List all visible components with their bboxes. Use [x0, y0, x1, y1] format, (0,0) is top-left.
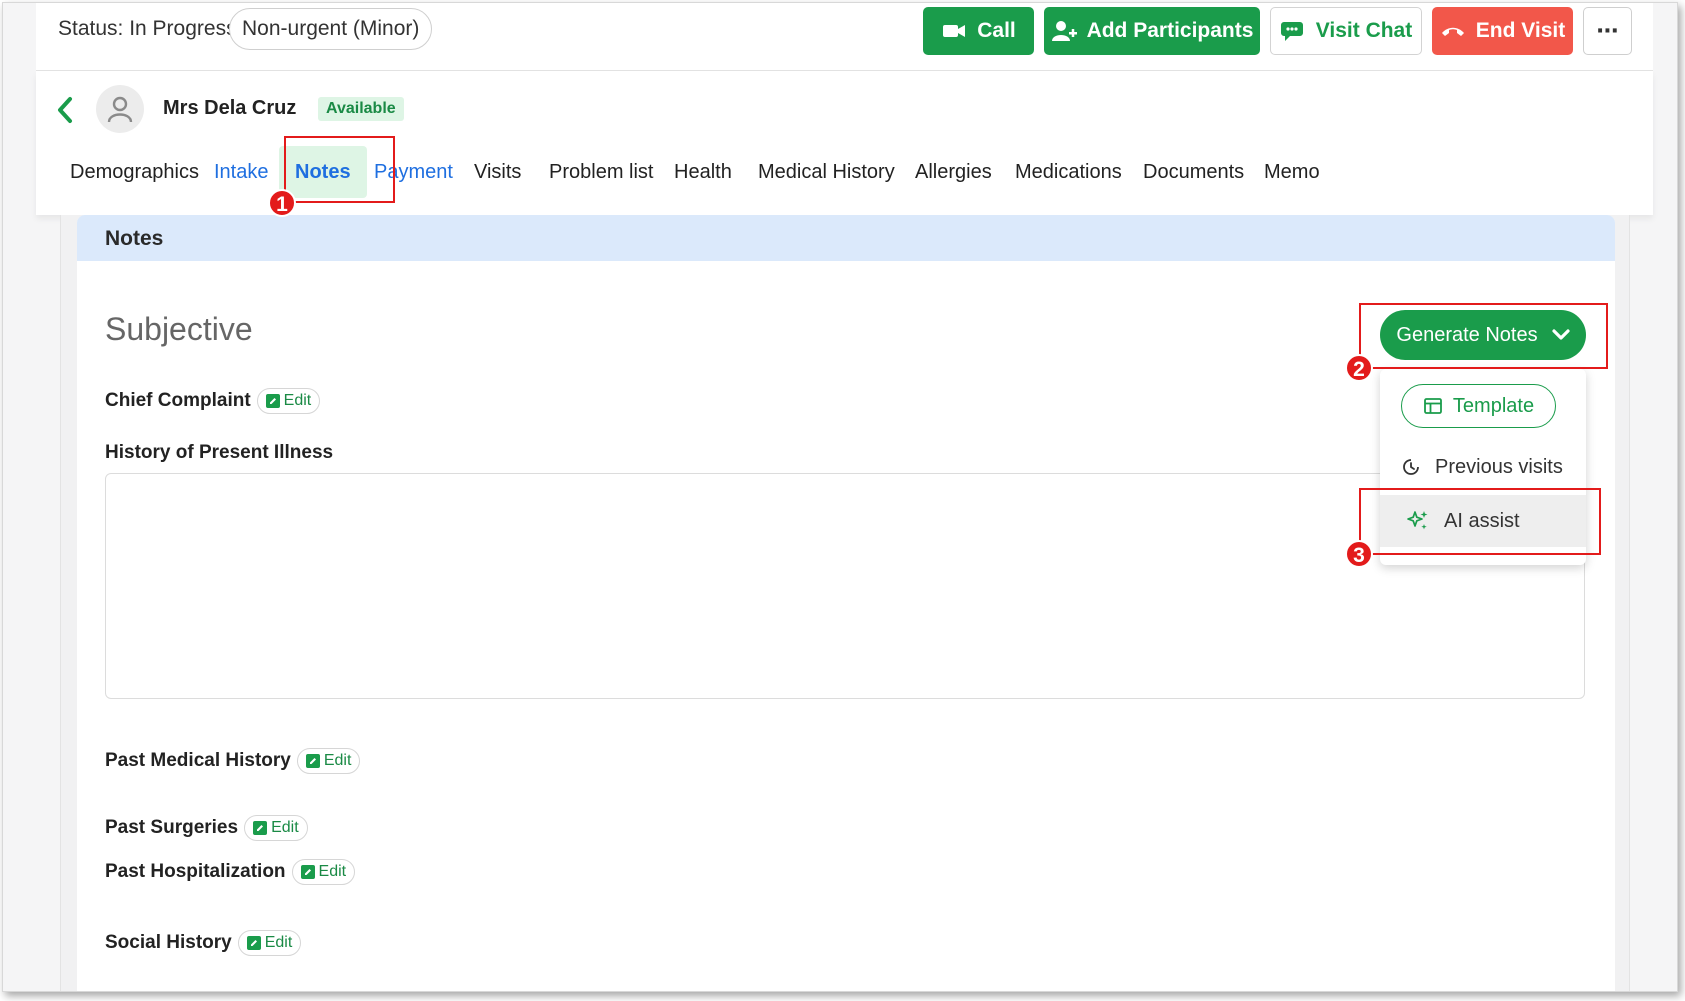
- video-camera-icon: [943, 25, 966, 37]
- notes-card-header: Notes: [77, 215, 1615, 261]
- call-button[interactable]: Call: [923, 7, 1034, 55]
- past-medical-history-text: Past Medical History: [105, 750, 291, 771]
- subjective-heading: Subjective: [105, 311, 253, 347]
- social-history-text: Social History: [105, 932, 232, 953]
- previous-visits-label: Previous visits: [1435, 455, 1563, 478]
- chief-complaint-label: Chief Complaint Edit: [105, 388, 321, 414]
- past-surgeries-label: Past Surgeries Edit: [105, 815, 308, 841]
- more-icon: ⋯: [1596, 18, 1619, 43]
- visit-chat-button[interactable]: Visit Chat: [1270, 7, 1422, 55]
- call-label: Call: [977, 19, 1016, 42]
- step-marker-3: 3: [1345, 540, 1373, 568]
- app-window: Status: In Progress Non-urgent (Minor) C…: [2, 2, 1678, 992]
- end-visit-label: End Visit: [1475, 19, 1566, 42]
- hpi-label: History of Present Illness: [105, 442, 333, 464]
- user-icon: [107, 96, 133, 123]
- edit-label: Edit: [264, 934, 293, 951]
- highlight-notes-tab: [284, 136, 395, 203]
- highlight-ai-assist: [1359, 488, 1601, 555]
- tab-demographics[interactable]: Demographics: [70, 146, 199, 198]
- availability-badge: Available: [318, 97, 404, 121]
- chief-complaint-edit-button[interactable]: Edit: [256, 388, 321, 414]
- past-medical-history-edit-button[interactable]: Edit: [296, 748, 361, 774]
- highlight-generate-notes: [1359, 303, 1608, 369]
- past-surgeries-edit-button[interactable]: Edit: [244, 815, 308, 841]
- edit-label: Edit: [318, 863, 347, 880]
- edit-icon: [300, 865, 315, 879]
- past-hospitalization-label: Past Hospitalization Edit: [105, 859, 356, 885]
- tab-documents[interactable]: Documents: [1143, 146, 1244, 198]
- template-icon: [1424, 398, 1442, 414]
- tab-problem-list[interactable]: Problem list: [549, 146, 653, 198]
- back-chevron-icon[interactable]: [54, 95, 76, 125]
- past-medical-history-label: Past Medical History Edit: [105, 748, 361, 774]
- edit-label: Edit: [323, 752, 352, 769]
- past-hospitalization-edit-button[interactable]: Edit: [291, 859, 356, 885]
- urgency-badge: Non-urgent (Minor): [229, 8, 433, 50]
- end-visit-button[interactable]: End Visit: [1432, 7, 1573, 55]
- notes-card-title: Notes: [105, 227, 164, 250]
- edit-label: Edit: [283, 392, 312, 409]
- tab-visits[interactable]: Visits: [474, 146, 521, 198]
- add-user-icon: [1051, 21, 1077, 41]
- visit-chat-label: Visit Chat: [1315, 19, 1413, 42]
- chief-complaint-text: Chief Complaint: [105, 390, 251, 411]
- avatar: [96, 85, 144, 133]
- social-history-label: Social History Edit: [105, 930, 302, 956]
- hpi-text: History of Present Illness: [105, 442, 334, 463]
- chat-icon: [1280, 22, 1303, 41]
- tab-medical-history[interactable]: Medical History: [758, 146, 895, 198]
- add-participants-button[interactable]: Add Participants: [1044, 7, 1260, 55]
- tab-intake[interactable]: Intake: [214, 146, 268, 198]
- tab-memo[interactable]: Memo: [1264, 146, 1320, 198]
- edit-icon: [305, 754, 320, 768]
- patient-name: Mrs Dela Cruz: [163, 97, 297, 119]
- hang-up-icon: [1441, 27, 1464, 36]
- visit-toolbar: Status: In Progress Non-urgent (Minor) C…: [36, 3, 1653, 71]
- visit-status: Status: In Progress: [58, 17, 237, 40]
- edit-icon: [246, 936, 261, 950]
- tab-allergies[interactable]: Allergies: [915, 146, 992, 198]
- edit-label: Edit: [271, 819, 299, 836]
- social-history-edit-button[interactable]: Edit: [237, 930, 302, 956]
- tab-health[interactable]: Health: [674, 146, 732, 198]
- step-marker-2: 2: [1345, 354, 1373, 382]
- past-surgeries-text: Past Surgeries: [105, 817, 239, 838]
- edit-icon: [253, 821, 268, 835]
- template-label: Template: [1452, 394, 1535, 417]
- template-option[interactable]: Template: [1401, 384, 1556, 428]
- more-options-button[interactable]: ⋯: [1583, 7, 1632, 55]
- history-clock-icon: [1403, 459, 1419, 475]
- step-marker-1: 1: [268, 189, 296, 217]
- previous-visits-option[interactable]: Previous visits: [1380, 441, 1586, 493]
- edit-icon: [265, 394, 280, 408]
- past-hospitalization-text: Past Hospitalization: [105, 861, 286, 882]
- tab-medications[interactable]: Medications: [1015, 146, 1122, 198]
- add-participants-label: Add Participants: [1086, 19, 1254, 42]
